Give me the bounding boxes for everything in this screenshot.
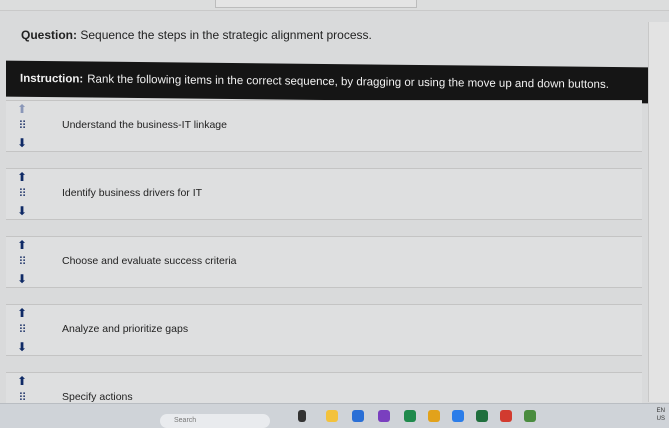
app-icon[interactable] bbox=[452, 410, 464, 422]
taskbar: Search EN US bbox=[0, 403, 669, 428]
drag-handle-icon[interactable]: ⠿ bbox=[14, 188, 30, 200]
scrollbar[interactable] bbox=[648, 22, 669, 402]
locale-line2: US bbox=[656, 416, 665, 422]
item-controls: ⬆ ⠿ ⬇ bbox=[14, 239, 34, 287]
app-icon[interactable] bbox=[378, 410, 390, 422]
app-icon[interactable] bbox=[352, 410, 364, 422]
app-icon[interactable] bbox=[524, 410, 536, 422]
drag-handle-icon[interactable]: ⠿ bbox=[14, 324, 30, 336]
move-up-icon[interactable]: ⬆ bbox=[14, 239, 30, 251]
move-down-icon[interactable]: ⬇ bbox=[14, 205, 30, 217]
item-label: Understand the business-IT linkage bbox=[62, 119, 227, 131]
item-label: Choose and evaluate success criteria bbox=[62, 255, 237, 267]
clock[interactable]: EN US bbox=[657, 407, 665, 423]
top-panel bbox=[215, 0, 417, 8]
item-label: Specify actions bbox=[62, 391, 133, 403]
move-down-icon[interactable]: ⬇ bbox=[14, 273, 30, 285]
taskview-icon[interactable] bbox=[298, 410, 306, 422]
instruction-bar: Instruction: Rank the following items in… bbox=[6, 60, 648, 104]
move-up-icon[interactable]: ⬆ bbox=[14, 171, 30, 183]
item-controls: ⬆ ⠿ ⬇ bbox=[14, 103, 34, 151]
item-controls: ⬆ ⠿ ⬇ bbox=[14, 307, 34, 355]
pdf-icon[interactable] bbox=[500, 410, 512, 422]
rank-item[interactable]: ⬆ ⠿ ⬇ Choose and evaluate success criter… bbox=[6, 236, 642, 288]
move-up-icon[interactable]: ⬆ bbox=[14, 375, 30, 387]
move-down-icon[interactable]: ⬇ bbox=[14, 137, 30, 149]
move-down-icon[interactable]: ⬇ bbox=[14, 341, 30, 353]
rank-item[interactable]: ⬆ ⠿ ⬇ Understand the business-IT linkage bbox=[6, 100, 642, 152]
item-controls: ⬆ ⠿ ⬇ bbox=[14, 171, 34, 219]
app-icon[interactable] bbox=[326, 410, 338, 422]
move-up-icon[interactable]: ⬆ bbox=[14, 103, 30, 115]
question-text: Question: Sequence the steps in the stra… bbox=[21, 28, 372, 42]
item-label: Analyze and prioritize gaps bbox=[62, 323, 189, 335]
rank-item[interactable]: ⬆ ⠿ ⬇ Analyze and prioritize gaps bbox=[6, 304, 642, 356]
locale-line1: EN bbox=[656, 408, 665, 414]
item-label: Identify business drivers for IT bbox=[62, 187, 203, 199]
question-prefix: Question: bbox=[21, 28, 77, 42]
folder-icon[interactable] bbox=[428, 410, 440, 422]
drag-handle-icon[interactable]: ⠿ bbox=[14, 256, 30, 268]
app-icon[interactable] bbox=[404, 410, 416, 422]
taskbar-search[interactable]: Search bbox=[160, 414, 270, 428]
instruction-body: Rank the following items in the correct … bbox=[87, 73, 609, 91]
browser-icon[interactable] bbox=[476, 410, 488, 422]
instruction-prefix: Instruction: bbox=[20, 72, 84, 86]
question-body: Sequence the steps in the strategic alig… bbox=[80, 28, 372, 42]
drag-handle-icon[interactable]: ⠿ bbox=[14, 120, 30, 132]
move-up-icon[interactable]: ⬆ bbox=[14, 307, 30, 319]
rank-item[interactable]: ⬆ ⠿ ⬇ Identify business drivers for IT bbox=[6, 168, 642, 220]
